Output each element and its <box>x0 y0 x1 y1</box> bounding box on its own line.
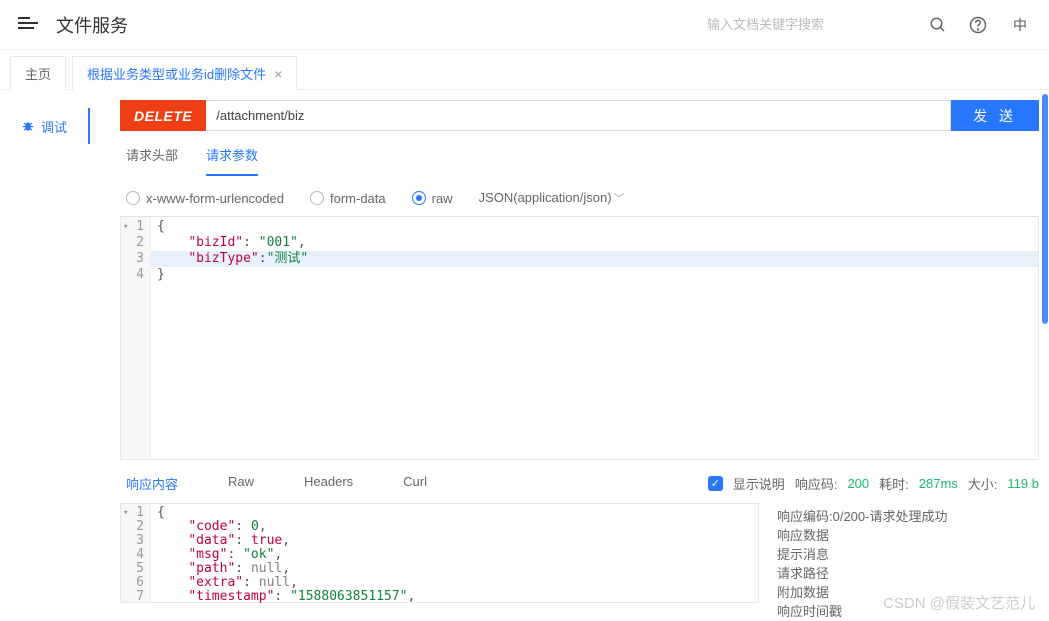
tab-home-label: 主页 <box>25 64 51 83</box>
desc-line: 请求路径 <box>777 564 1029 583</box>
search-input[interactable] <box>707 17 907 32</box>
resp-tab-content[interactable]: 响应内容 <box>126 474 178 493</box>
desc-line: 响应数据 <box>777 526 1029 545</box>
subtab-params[interactable]: 请求参数 <box>206 145 258 176</box>
resp-tab-curl[interactable]: Curl <box>403 474 427 493</box>
radio-form-data[interactable]: form-data <box>310 191 386 206</box>
radio-form-urlencoded[interactable]: x-www-form-urlencoded <box>126 191 284 206</box>
desc-line: 提示消息 <box>777 545 1029 564</box>
scrollbar[interactable] <box>1041 90 1049 621</box>
sidebar-item-debug[interactable]: 调试 <box>0 108 90 144</box>
app-title: 文件服务 <box>56 12 128 38</box>
bug-icon <box>21 119 35 133</box>
desc-line: 附加数据 <box>777 583 1029 602</box>
close-icon[interactable]: × <box>274 66 282 82</box>
language-toggle[interactable]: 中 <box>1009 15 1031 35</box>
menu-toggle[interactable] <box>18 17 38 33</box>
fold-icon[interactable]: ▾ <box>123 219 128 235</box>
content-type-select[interactable]: JSON(application/json)﹀ <box>479 190 625 206</box>
tab-active[interactable]: 根据业务类型或业务id删除文件 × <box>72 56 297 90</box>
radio-raw[interactable]: raw <box>412 191 453 206</box>
desc-line: 响应时间戳 <box>777 602 1029 621</box>
send-button[interactable]: 发 送 <box>951 100 1039 131</box>
resp-tab-headers[interactable]: Headers <box>304 474 353 493</box>
response-body-viewer[interactable]: ▾1234567 { "code": 0, "data": true, "msg… <box>120 503 759 603</box>
http-method[interactable]: DELETE <box>120 100 206 131</box>
desc-line: 响应编码:0/200-请求处理成功 <box>777 507 1029 526</box>
help-icon[interactable] <box>969 16 987 34</box>
search-icon[interactable] <box>929 16 947 34</box>
response-size: 119 b <box>1007 476 1039 491</box>
resp-tab-raw[interactable]: Raw <box>228 474 254 493</box>
show-desc-checkbox[interactable]: ✓ <box>708 476 723 491</box>
request-body-editor[interactable]: ▾1 2 3 4 { "bizId": "001", "bizType":"测试… <box>120 216 1039 460</box>
path-input[interactable] <box>206 100 951 131</box>
response-descriptions: 响应编码:0/200-请求处理成功响应数据提示消息请求路径附加数据响应时间戳 <box>759 503 1039 621</box>
chevron-down-icon: ﹀ <box>614 193 625 205</box>
tab-active-label: 根据业务类型或业务id删除文件 <box>87 64 266 83</box>
sidebar-item-label: 调试 <box>41 117 67 136</box>
tab-home[interactable]: 主页 <box>10 56 66 90</box>
status-code: 200 <box>847 476 869 491</box>
subtab-headers[interactable]: 请求头部 <box>126 145 178 176</box>
elapsed-time: 287ms <box>919 476 958 491</box>
